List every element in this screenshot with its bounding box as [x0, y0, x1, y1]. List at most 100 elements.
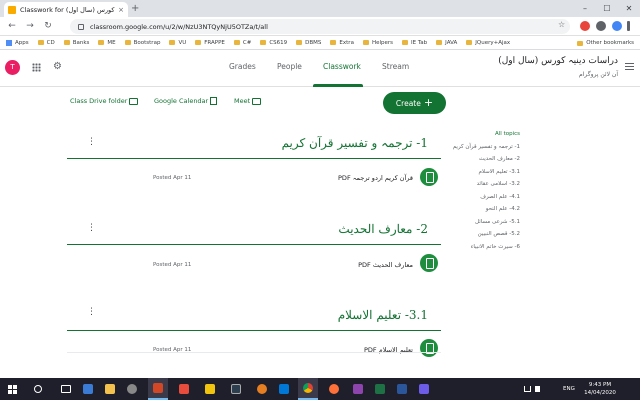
- tab-people[interactable]: People: [277, 62, 302, 71]
- folder-icon: [195, 40, 202, 45]
- google-calendar-label: Google Calendar: [154, 97, 209, 105]
- bookmarks-bar: Apps CD Banks ME Bootstrap VU FRAPPE C# CS619 DBM…: [0, 36, 640, 50]
- file-explorer-icon: [105, 384, 115, 394]
- topic-filter-item[interactable]: 5.1- شرعی مسائل: [460, 216, 520, 229]
- bookmark-item[interactable]: Extra: [330, 40, 354, 46]
- material-divider: [67, 352, 441, 353]
- folder-icon: [169, 40, 176, 45]
- bookmark-item[interactable]: Bootstrap: [124, 40, 160, 46]
- taskbar-app[interactable]: [324, 378, 344, 400]
- topic-filter-item[interactable]: 4.1- علم الصرف: [460, 191, 520, 204]
- gear-icon[interactable]: ⚙: [53, 61, 62, 72]
- new-tab-button[interactable]: +: [131, 2, 139, 15]
- start-button[interactable]: [4, 378, 20, 400]
- taskbar-app[interactable]: [226, 378, 246, 400]
- bookmark-item[interactable]: C#: [233, 39, 252, 46]
- taskbar-app[interactable]: [252, 378, 272, 400]
- tab-close-icon[interactable]: ×: [118, 6, 124, 14]
- folder-icon: [129, 97, 139, 105]
- tab-classwork[interactable]: Classwork: [323, 62, 361, 71]
- topic-filter-item[interactable]: 4.2- علم النحو: [460, 203, 520, 216]
- material-icon[interactable]: [420, 339, 438, 357]
- taskbar-app[interactable]: [148, 378, 168, 400]
- topic-filter-item[interactable]: 1- ترجمہ و تفسیر قرآن کریم: [453, 141, 520, 154]
- topic-more-options-icon[interactable]: ⋮: [87, 224, 96, 233]
- bookmark-item[interactable]: Apps: [6, 39, 29, 46]
- material-title[interactable]: معارف الحدیث PDF: [280, 261, 413, 269]
- browser-tab[interactable]: Classwork for (سال اول) دینیہ کورس ×: [4, 2, 128, 17]
- bookmark-item[interactable]: JAVA: [436, 40, 457, 46]
- bookmark-star-icon[interactable]: ☆: [558, 20, 565, 29]
- meet-link[interactable]: Meet: [234, 97, 262, 105]
- taskbar-app[interactable]: [274, 378, 294, 400]
- folder-icon: [330, 40, 337, 45]
- taskbar-app[interactable]: [414, 378, 434, 400]
- bookmark-label: JQuery+Ajax: [475, 39, 511, 46]
- material-icon[interactable]: [420, 168, 438, 186]
- bookmark-item[interactable]: JQuery+Ajax: [466, 40, 510, 46]
- chrome-menu-icon[interactable]: [627, 21, 630, 31]
- taskbar-app[interactable]: [78, 378, 98, 400]
- bookmark-item[interactable]: FRAPPE: [195, 40, 225, 46]
- folder-icon: [124, 40, 131, 45]
- extension-icon[interactable]: [580, 21, 590, 31]
- bookmark-item[interactable]: ME: [98, 39, 116, 46]
- tray-icons[interactable]: [524, 378, 544, 400]
- system-clock[interactable]: 9:43 PM 14/04/2020: [580, 381, 620, 397]
- taskbar-excel-button[interactable]: [370, 378, 390, 400]
- bookmark-label: ME: [107, 39, 116, 46]
- other-bookmarks-button[interactable]: Other bookmarks: [577, 40, 634, 46]
- bookmark-item[interactable]: Banks: [63, 40, 89, 46]
- google-calendar-link[interactable]: Google Calendar: [154, 97, 218, 105]
- topic-filter-item[interactable]: 5.2- قصص النبیین: [460, 228, 520, 241]
- bookmark-label: C#: [242, 39, 252, 46]
- meet-label: Meet: [234, 97, 251, 105]
- topic-filter-item[interactable]: 3.2- اسلامی عقائد: [460, 178, 520, 191]
- profile-icon[interactable]: [612, 21, 622, 31]
- extension-icon[interactable]: [596, 21, 606, 31]
- bookmark-item[interactable]: VU: [169, 40, 186, 46]
- class-drive-folder-link[interactable]: Class Drive folder: [70, 97, 139, 105]
- bookmark-item[interactable]: IE Tab: [402, 40, 427, 46]
- bookmark-item[interactable]: Helpers: [362, 40, 393, 46]
- folder-icon: [233, 40, 240, 45]
- apps-grid-icon: [6, 39, 12, 46]
- bookmark-item[interactable]: CD: [37, 40, 55, 46]
- topic-divider: [67, 158, 441, 159]
- hamburger-menu-icon[interactable]: [625, 63, 634, 70]
- taskbar-chrome-button[interactable]: [298, 378, 318, 400]
- google-apps-icon[interactable]: [32, 63, 41, 72]
- address-input[interactable]: classroom.google.com/u/2/w/NzU3NTQyNjU5O…: [70, 19, 570, 34]
- taskbar-app[interactable]: [122, 378, 142, 400]
- language-indicator[interactable]: ENG: [563, 378, 575, 400]
- taskbar-taskview-button[interactable]: [56, 378, 76, 400]
- taskbar-app[interactable]: [200, 378, 220, 400]
- taskbar-app[interactable]: [100, 378, 120, 400]
- reload-icon[interactable]: ↻: [42, 20, 54, 32]
- topic-more-options-icon[interactable]: ⋮: [87, 308, 96, 317]
- topic-more-options-icon[interactable]: ⋮: [87, 138, 96, 147]
- bookmark-item[interactable]: DBMS: [296, 40, 321, 46]
- avatar[interactable]: T: [5, 60, 20, 75]
- topic-filter-item[interactable]: 3.1- تعلیم الاسلام: [460, 166, 520, 179]
- window-maximize-button[interactable]: ☐: [596, 0, 618, 17]
- material-title[interactable]: قرآن کریم اردو ترجمہ PDF: [280, 174, 413, 182]
- topic-filter-item[interactable]: 2- معارف الحدیث: [460, 153, 520, 166]
- forward-icon[interactable]: →: [24, 20, 36, 32]
- create-button[interactable]: Create +: [383, 92, 446, 114]
- tab-grades[interactable]: Grades: [229, 62, 256, 71]
- topic-filter-all[interactable]: All topics: [460, 128, 520, 141]
- material-icon[interactable]: [420, 254, 438, 272]
- window-minimize-button[interactable]: –: [574, 0, 596, 17]
- back-icon[interactable]: ←: [6, 20, 18, 32]
- tab-stream[interactable]: Stream: [382, 62, 409, 71]
- app-icon: [83, 384, 93, 394]
- folder-icon: [296, 40, 303, 45]
- taskbar-app[interactable]: [174, 378, 194, 400]
- taskbar-word-button[interactable]: [392, 378, 412, 400]
- window-close-button[interactable]: ✕: [618, 0, 640, 17]
- taskbar-search-button[interactable]: [28, 378, 48, 400]
- taskbar-app[interactable]: [348, 378, 368, 400]
- topic-filter-item[interactable]: 6- سیرت خاتم الانبیاء: [460, 241, 520, 254]
- bookmark-item[interactable]: CS619: [260, 40, 287, 46]
